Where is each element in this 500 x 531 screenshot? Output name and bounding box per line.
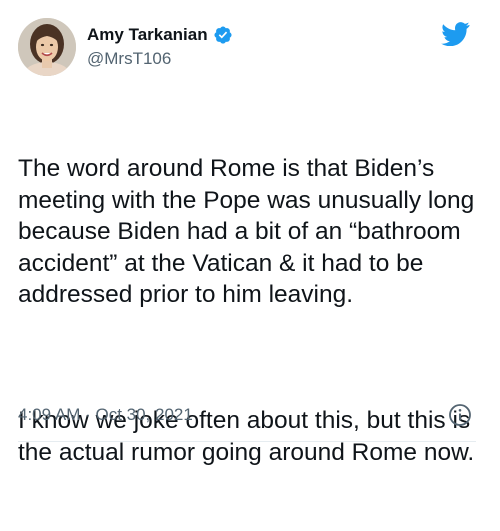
author-handle[interactable]: @MrsT106 bbox=[87, 49, 233, 69]
author-name-row: Amy Tarkanian bbox=[87, 24, 233, 46]
tweet-text: The word around Rome is that Biden’s mee… bbox=[18, 90, 478, 531]
profile-photo bbox=[18, 18, 76, 76]
avatar[interactable] bbox=[18, 18, 76, 76]
info-icon[interactable] bbox=[448, 403, 472, 427]
tweet-paragraph-1: The word around Rome is that Biden’s mee… bbox=[18, 155, 482, 308]
author-display-name[interactable]: Amy Tarkanian bbox=[87, 25, 208, 45]
verified-badge-icon bbox=[213, 25, 233, 45]
divider bbox=[18, 441, 476, 442]
tweet-author[interactable]: Amy Tarkanian @MrsT106 bbox=[87, 24, 233, 69]
tweet-card: Amy Tarkanian @MrsT106 The word around R… bbox=[0, 0, 500, 466]
twitter-bird-icon[interactable] bbox=[441, 22, 470, 47]
tweet-timestamp[interactable]: 4:09 AM · Oct 30, 2021 bbox=[18, 405, 193, 425]
